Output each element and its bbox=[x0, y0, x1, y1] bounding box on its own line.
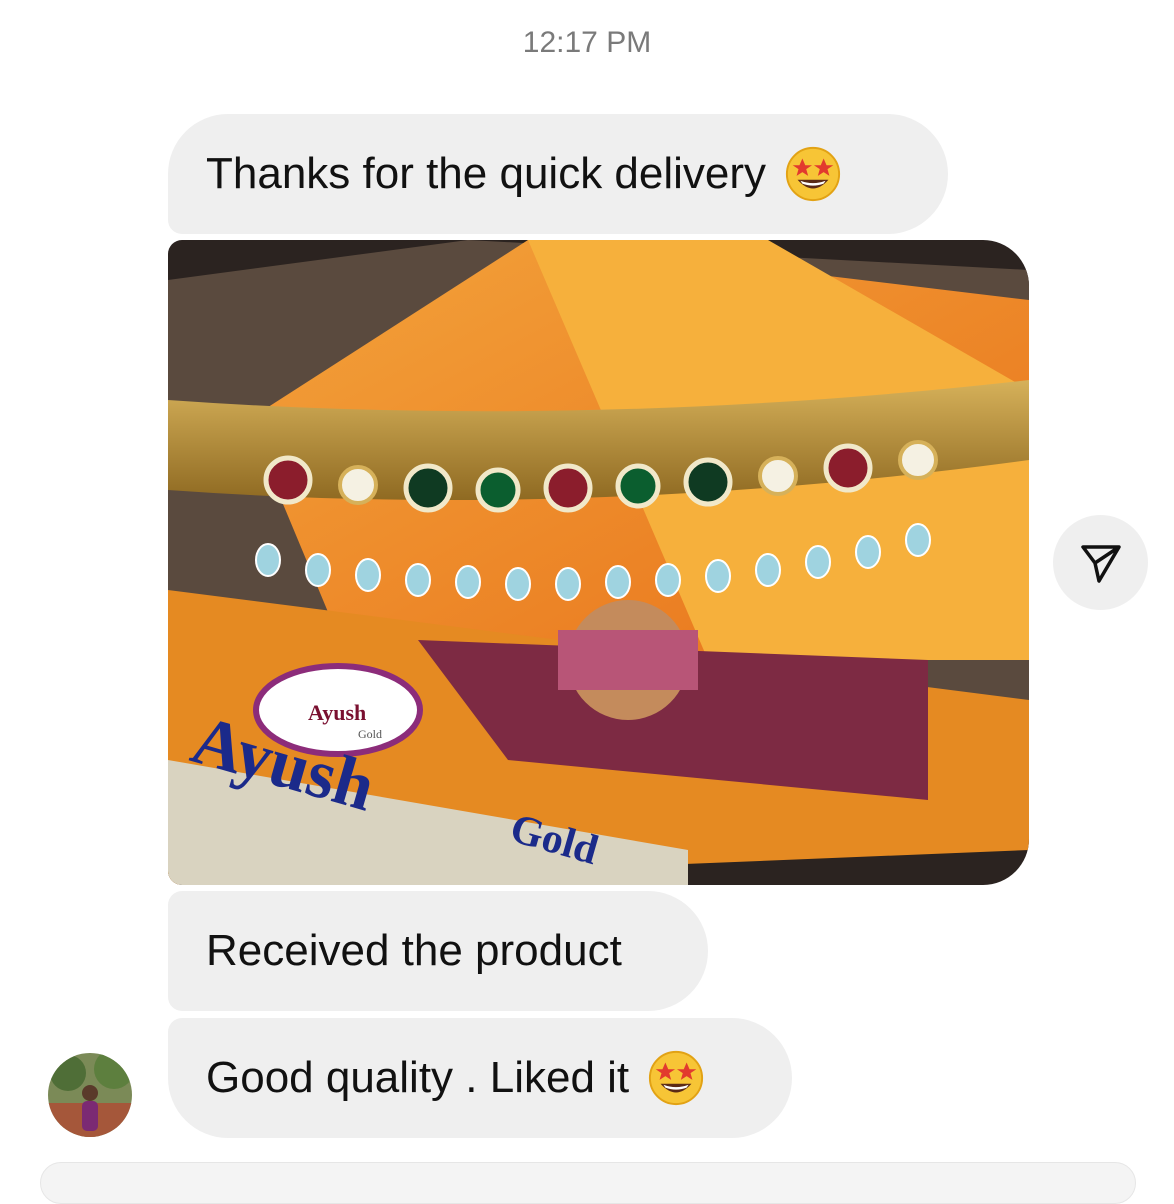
star-struck-emoji-icon bbox=[785, 146, 841, 202]
message-text: Good quality . Liked it bbox=[206, 1053, 630, 1102]
avatar-photo bbox=[48, 1053, 132, 1137]
message-text: Received the product bbox=[206, 926, 622, 975]
message-bubble[interactable]: Good quality . Liked it bbox=[168, 1018, 792, 1138]
box-brand-small: Ayush bbox=[308, 700, 366, 725]
photo-message[interactable]: Ayush Gold Ayush Gold bbox=[168, 240, 1029, 885]
message-composer[interactable] bbox=[40, 1162, 1136, 1204]
jewellery-box-photo: Ayush Gold Ayush Gold bbox=[168, 240, 1029, 885]
share-button[interactable] bbox=[1053, 515, 1148, 610]
svg-text:Gold: Gold bbox=[358, 727, 382, 741]
message-bubble[interactable]: Received the product bbox=[168, 891, 708, 1011]
paper-plane-icon bbox=[1080, 544, 1121, 583]
message-bubble[interactable]: Thanks for the quick delivery bbox=[168, 114, 948, 234]
star-struck-emoji-icon bbox=[649, 1050, 704, 1106]
message-timestamp: 12:17 PM bbox=[522, 26, 652, 59]
message-text: Thanks for the quick delivery bbox=[206, 149, 767, 198]
profile-avatar[interactable] bbox=[48, 1053, 132, 1137]
